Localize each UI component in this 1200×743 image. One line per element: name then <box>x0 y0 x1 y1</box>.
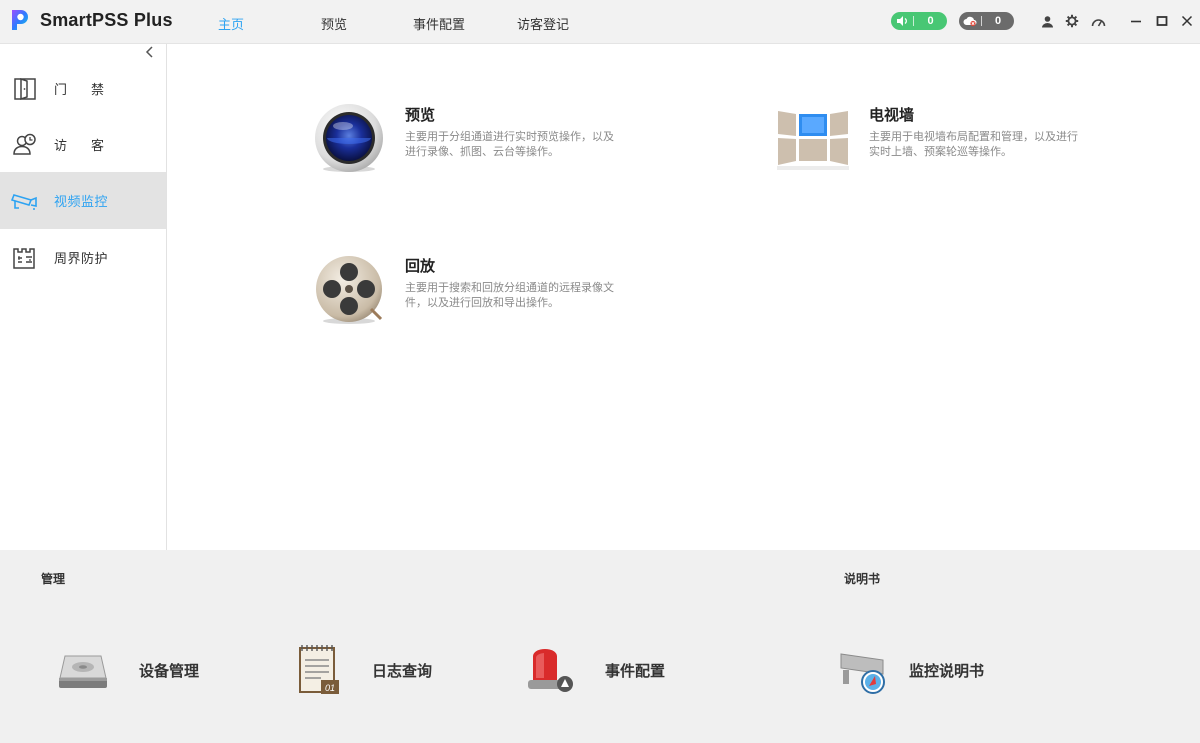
card-title: 回放 <box>405 258 436 275</box>
sidebar: 门禁 访客 视频监控 周界防护 <box>0 44 167 550</box>
event-config-button[interactable]: 事件配置 <box>523 642 665 698</box>
sidebar-item-label: 门禁 <box>54 82 129 97</box>
door-icon <box>11 75 39 103</box>
maximize-icon[interactable] <box>1154 13 1170 29</box>
video-wall-icon <box>777 111 849 170</box>
card-description: 主要用于分组通道进行实时预览操作，以及进行录像、抓图、云台等操作。 <box>405 131 614 158</box>
sidebar-item-video-surveillance[interactable]: 视频监控 <box>0 172 166 229</box>
cloud-offline-icon <box>959 12 981 30</box>
title-bar: SmartPSS Plus 主页 预览 事件配置 访客登记 0 0 <box>0 0 1200 44</box>
offline-count: 0 <box>994 15 1002 27</box>
card-description: 主要用于电视墙布局配置和管理，以及进行实时上墙、预案轮巡等操作。 <box>869 131 1078 158</box>
manage-section-label: 管理 <box>41 572 66 586</box>
card-preview[interactable]: 预览 主要用于分组通道进行实时预览操作，以及进行录像、抓图、云台等操作。 <box>313 102 633 182</box>
visitor-icon <box>11 131 39 159</box>
log-query-button[interactable]: 01 日志查询 <box>292 642 432 698</box>
svg-text:01: 01 <box>325 683 335 693</box>
camera-manual-button[interactable]: 监控说明书 <box>835 642 984 698</box>
card-title: 电视墙 <box>869 107 915 124</box>
card-playback[interactable]: 回放 主要用于搜索和回放分组通道的远程录像文件，以及进行回放和导出操作。 <box>313 253 633 333</box>
preview-lens-icon <box>315 104 383 172</box>
camera-manual-icon <box>840 653 885 694</box>
alarm-light-icon <box>528 649 573 692</box>
device-icon <box>59 655 107 688</box>
app-title: SmartPSS Plus <box>40 10 173 30</box>
performance-icon[interactable] <box>1090 13 1106 29</box>
offline-status-badge[interactable]: 0 <box>959 12 1014 30</box>
tool-label: 日志查询 <box>372 662 433 680</box>
film-reel-icon <box>316 256 383 324</box>
manual-section-label: 说明书 <box>844 572 881 586</box>
settings-icon[interactable] <box>1064 13 1080 29</box>
sidebar-item-label: 访客 <box>54 138 129 153</box>
sidebar-item-access-control[interactable]: 门禁 <box>0 60 166 117</box>
card-description: 主要用于搜索和回放分组通道的远程录像文件，以及进行回放和导出操作。 <box>405 282 614 309</box>
app-logo-icon <box>12 10 28 30</box>
minimize-icon[interactable] <box>1128 13 1144 29</box>
sidebar-item-visitor[interactable]: 访客 <box>0 116 166 173</box>
tool-label: 事件配置 <box>605 662 666 680</box>
collapse-sidebar-button[interactable] <box>142 44 158 60</box>
close-icon[interactable] <box>1179 13 1195 29</box>
chevron-left-icon <box>145 46 153 58</box>
tab-event-config[interactable]: 事件配置 <box>413 14 465 33</box>
sidebar-item-label: 视频监控 <box>54 194 109 209</box>
tool-label: 监控说明书 <box>909 662 985 680</box>
sidebar-item-label: 周界防护 <box>54 251 109 266</box>
tab-visitor-registration[interactable]: 访客登记 <box>517 14 569 33</box>
alarm-count: 0 <box>927 15 934 27</box>
user-icon[interactable] <box>1039 13 1055 29</box>
sidebar-item-perimeter-protection[interactable]: 周界防护 <box>0 229 166 286</box>
speaker-icon <box>891 12 913 30</box>
card-title: 预览 <box>405 107 436 124</box>
camera-icon <box>11 187 39 215</box>
tool-label: 设备管理 <box>139 662 200 680</box>
card-video-wall[interactable]: 电视墙 主要用于电视墙布局配置和管理，以及进行实时上墙、预案轮巡等操作。 <box>777 102 1097 182</box>
bottom-panel: 管理 说明书 设备管理 01 日志查询 事件配置 监控说明书 <box>0 550 1200 743</box>
tab-preview[interactable]: 预览 <box>321 14 347 33</box>
tab-home[interactable]: 主页 <box>218 14 244 33</box>
device-management-button[interactable]: 设备管理 <box>55 642 199 698</box>
log-icon: 01 <box>299 645 339 694</box>
perimeter-icon <box>11 244 39 272</box>
alarm-status-badge[interactable]: 0 <box>891 12 947 30</box>
